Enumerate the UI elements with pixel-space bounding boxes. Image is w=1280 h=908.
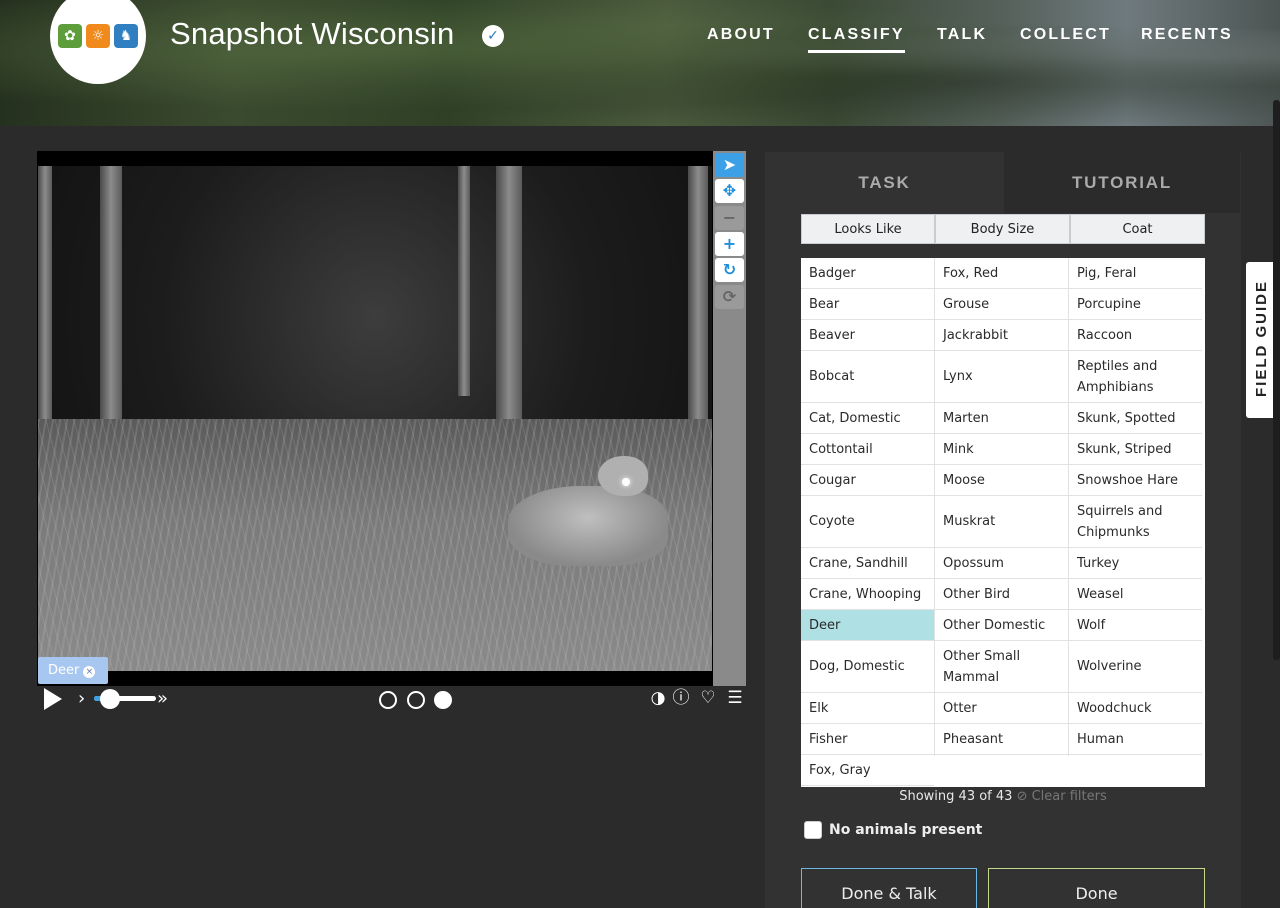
nav-collect[interactable]: COLLECT — [1020, 26, 1111, 50]
filter-looks-like[interactable]: Looks Like — [801, 214, 935, 244]
choice-otter[interactable]: Otter — [935, 693, 1068, 724]
pointer-icon[interactable]: ➤ — [715, 153, 744, 177]
choice-beaver[interactable]: Beaver — [801, 320, 934, 351]
column-divider — [934, 258, 935, 756]
sun-icon: ☼ — [86, 24, 110, 48]
project-title[interactable]: Snapshot Wisconsin — [170, 16, 454, 52]
contrast-icon[interactable]: ◑ — [648, 688, 668, 708]
choice-reptiles-and-amphibians[interactable]: Reptiles and Amphibians — [1069, 351, 1202, 403]
nav-about[interactable]: ABOUT — [707, 26, 775, 50]
choice-moose[interactable]: Moose — [935, 465, 1068, 496]
choice-human[interactable]: Human — [1069, 724, 1202, 755]
subject-image[interactable] — [38, 166, 712, 671]
choice-lynx[interactable]: Lynx — [935, 351, 1068, 403]
choice-bobcat[interactable]: Bobcat — [801, 351, 934, 403]
choice-badger[interactable]: Badger — [801, 258, 934, 289]
choice-squirrels-and-chipmunks[interactable]: Squirrels and Chipmunks — [1069, 496, 1202, 548]
choice-woodchuck[interactable]: Woodchuck — [1069, 693, 1202, 724]
reset-icon[interactable]: ⟳ — [715, 285, 744, 309]
speed-slider-knob[interactable] — [100, 689, 120, 709]
done-and-talk-button[interactable]: Done & Talk — [801, 868, 977, 908]
choice-wolverine[interactable]: Wolverine — [1069, 641, 1202, 693]
choice-bear[interactable]: Bear — [801, 289, 934, 320]
choice-weasel[interactable]: Weasel — [1069, 579, 1202, 610]
choice-marten[interactable]: Marten — [935, 403, 1068, 434]
choice-fox-red[interactable]: Fox, Red — [935, 258, 1068, 289]
project-logo[interactable]: ✿ ☼ ♞ — [50, 0, 146, 84]
choice-mink[interactable]: Mink — [935, 434, 1068, 465]
showing-count: Showing 43 of 43 ⊘ Clear filters — [801, 787, 1205, 807]
nav-talk[interactable]: TALK — [937, 26, 987, 50]
choice-dog-domestic[interactable]: Dog, Domestic — [801, 641, 934, 693]
deer-body — [508, 486, 668, 566]
showing-text: Showing 43 of 43 — [899, 789, 1013, 804]
deer-head — [598, 456, 648, 496]
fast-forward-icon[interactable]: » — [157, 688, 168, 710]
clear-filters-button[interactable]: ⊘ Clear filters — [1017, 789, 1107, 804]
tag-label: Deer — [48, 663, 80, 678]
clear-filters-label: Clear filters — [1031, 789, 1107, 804]
zoom-in-icon[interactable]: + — [715, 232, 744, 256]
choice-snowshoe-hare[interactable]: Snowshoe Hare — [1069, 465, 1202, 496]
choice-deer[interactable]: Deer — [801, 610, 934, 641]
tree-trunk — [458, 166, 470, 396]
rotate-icon[interactable]: ↻ — [715, 258, 744, 282]
play-icon[interactable] — [44, 688, 62, 710]
verified-badge-icon: ✓ — [482, 25, 504, 47]
deer-eye — [622, 478, 630, 486]
choice-porcupine[interactable]: Porcupine — [1069, 289, 1202, 320]
choice-cottontail[interactable]: Cottontail — [801, 434, 934, 465]
choice-pheasant[interactable]: Pheasant — [935, 724, 1068, 755]
choice-elk[interactable]: Elk — [801, 693, 934, 724]
field-guide-label: FIELD GUIDE — [1253, 279, 1270, 397]
choice-jackrabbit[interactable]: Jackrabbit — [935, 320, 1068, 351]
annotation-tag[interactable]: Deer × — [38, 657, 108, 684]
scrollbar[interactable] — [1273, 100, 1280, 660]
frame-dot-1[interactable] — [379, 691, 397, 709]
heart-icon[interactable]: ♡ — [698, 688, 718, 708]
deer-icon: ♞ — [114, 24, 138, 48]
column-divider — [1068, 258, 1069, 756]
choice-fisher[interactable]: Fisher — [801, 724, 934, 755]
step-icon[interactable]: › — [78, 688, 85, 710]
info-icon[interactable]: ⓘ — [671, 688, 691, 708]
choice-opossum[interactable]: Opossum — [935, 548, 1068, 579]
choice-muskrat[interactable]: Muskrat — [935, 496, 1068, 548]
choice-grouse[interactable]: Grouse — [935, 289, 1068, 320]
tab-task[interactable]: TASK — [765, 152, 1004, 213]
choice-turkey[interactable]: Turkey — [1069, 548, 1202, 579]
choice-raccoon[interactable]: Raccoon — [1069, 320, 1202, 351]
collections-icon[interactable]: ☰ — [725, 688, 745, 708]
choice-other-domestic[interactable]: Other Domestic — [935, 610, 1068, 641]
choice-crane-whooping[interactable]: Crane, Whooping — [801, 579, 934, 610]
remove-tag-icon[interactable]: × — [83, 666, 96, 678]
choice-crane-sandhill[interactable]: Crane, Sandhill — [801, 548, 934, 579]
choice-skunk-spotted[interactable]: Skunk, Spotted — [1069, 403, 1202, 434]
choice-coyote[interactable]: Coyote — [801, 496, 934, 548]
no-animals-label[interactable]: No animals present — [829, 822, 982, 838]
done-button[interactable]: Done — [988, 868, 1205, 908]
plant-icon: ✿ — [58, 24, 82, 48]
choice-other-bird[interactable]: Other Bird — [935, 579, 1068, 610]
frame-dot-3[interactable] — [434, 691, 452, 709]
choice-other-small-mammal[interactable]: Other Small Mammal — [935, 641, 1068, 693]
filter-body-size[interactable]: Body Size — [935, 214, 1070, 244]
image-toolbar: ➤ ✥ − + ↻ ⟳ — [713, 151, 746, 686]
project-header: ✿ ☼ ♞ Snapshot Wisconsin ✓ ABOUT CLASSIF… — [0, 0, 1280, 126]
choice-wolf[interactable]: Wolf — [1069, 610, 1202, 641]
choice-cougar[interactable]: Cougar — [801, 465, 934, 496]
move-icon[interactable]: ✥ — [715, 179, 744, 203]
nav-classify[interactable]: CLASSIFY — [808, 26, 905, 53]
choice-skunk-striped[interactable]: Skunk, Striped — [1069, 434, 1202, 465]
filter-coat[interactable]: Coat — [1070, 214, 1205, 244]
no-animals-checkbox[interactable] — [804, 821, 822, 839]
nav-recents[interactable]: RECENTS — [1141, 26, 1233, 50]
tab-tutorial[interactable]: TUTORIAL — [1004, 152, 1240, 213]
choice-cat-domestic[interactable]: Cat, Domestic — [801, 403, 934, 434]
choice-fox-gray[interactable]: Fox, Gray — [801, 755, 934, 786]
choice-pig-feral[interactable]: Pig, Feral — [1069, 258, 1202, 289]
frame-dot-2[interactable] — [407, 691, 425, 709]
zoom-out-icon[interactable]: − — [715, 206, 744, 230]
